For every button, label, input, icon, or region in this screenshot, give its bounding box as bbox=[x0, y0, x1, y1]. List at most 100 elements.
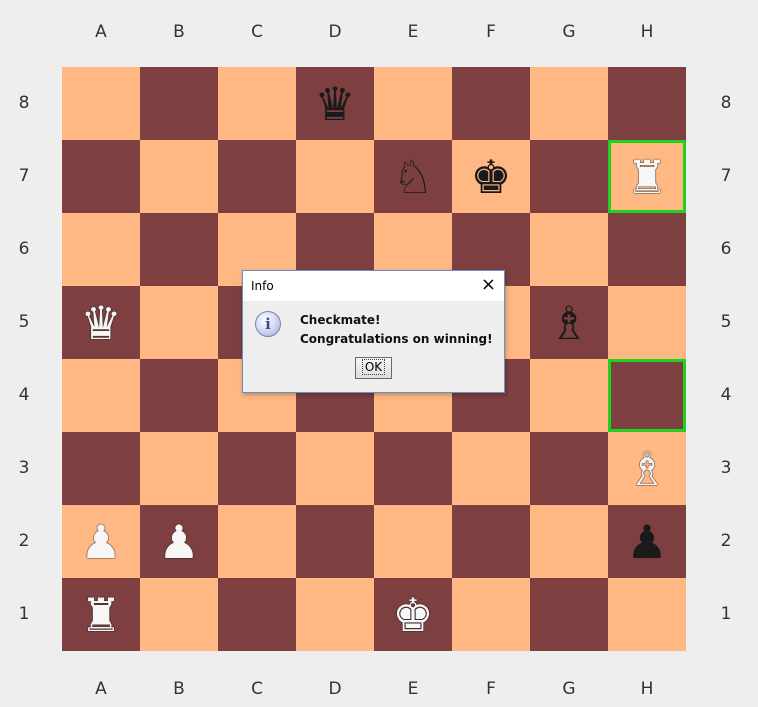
square-f1[interactable] bbox=[452, 578, 530, 651]
square-g4[interactable] bbox=[530, 359, 608, 432]
file-label-bottom: E bbox=[407, 679, 419, 699]
white-rook-icon[interactable]: ♜ bbox=[626, 154, 667, 200]
square-d3[interactable] bbox=[296, 432, 374, 505]
file-label-bottom: B bbox=[173, 679, 185, 699]
square-b6[interactable] bbox=[140, 213, 218, 286]
square-h1[interactable] bbox=[608, 578, 686, 651]
square-b3[interactable] bbox=[140, 432, 218, 505]
square-a5[interactable]: ♛ bbox=[62, 286, 140, 359]
square-a4[interactable] bbox=[62, 359, 140, 432]
square-d1[interactable] bbox=[296, 578, 374, 651]
black-knight-icon[interactable]: ♘ bbox=[392, 154, 433, 200]
square-f8[interactable] bbox=[452, 67, 530, 140]
rank-label-left: 2 bbox=[18, 531, 30, 551]
square-b4[interactable] bbox=[140, 359, 218, 432]
square-g2[interactable] bbox=[530, 505, 608, 578]
close-icon[interactable]: × bbox=[481, 275, 496, 295]
square-g7[interactable] bbox=[530, 140, 608, 213]
square-g5[interactable]: ♗ bbox=[530, 286, 608, 359]
square-h2[interactable]: ♟ bbox=[608, 505, 686, 578]
square-b8[interactable] bbox=[140, 67, 218, 140]
file-label-bottom: A bbox=[95, 679, 107, 699]
square-a7[interactable] bbox=[62, 140, 140, 213]
file-label-top: G bbox=[562, 22, 576, 42]
dialog-title: Info bbox=[251, 279, 274, 293]
square-h4[interactable] bbox=[608, 359, 686, 432]
rank-label-left: 3 bbox=[18, 458, 30, 478]
square-a2[interactable]: ♟ bbox=[62, 505, 140, 578]
dialog-message-line1: Checkmate! bbox=[300, 313, 381, 327]
square-c8[interactable] bbox=[218, 67, 296, 140]
square-c7[interactable] bbox=[218, 140, 296, 213]
rank-label-left: 1 bbox=[18, 604, 30, 624]
square-b5[interactable] bbox=[140, 286, 218, 359]
info-dialog: Info × i Checkmate! Congratulations on w… bbox=[242, 270, 505, 393]
file-label-top: C bbox=[251, 22, 263, 42]
square-e7[interactable]: ♘ bbox=[374, 140, 452, 213]
square-d2[interactable] bbox=[296, 505, 374, 578]
square-b2[interactable]: ♟ bbox=[140, 505, 218, 578]
square-c3[interactable] bbox=[218, 432, 296, 505]
rank-label-left: 7 bbox=[18, 166, 30, 186]
white-rook-icon[interactable]: ♜ bbox=[80, 592, 121, 638]
file-label-bottom: H bbox=[640, 679, 654, 699]
file-label-top: A bbox=[95, 22, 107, 42]
black-bishop-icon[interactable]: ♗ bbox=[548, 300, 589, 346]
square-f7[interactable]: ♚ bbox=[452, 140, 530, 213]
white-queen-icon[interactable]: ♛ bbox=[80, 300, 121, 346]
ok-button-label: OK bbox=[361, 359, 386, 375]
file-label-top: F bbox=[486, 22, 496, 42]
rank-label-left: 6 bbox=[18, 239, 30, 259]
file-label-bottom: C bbox=[251, 679, 263, 699]
black-queen-icon[interactable]: ♛ bbox=[314, 81, 355, 127]
dialog-titlebar[interactable]: Info × bbox=[243, 271, 504, 301]
white-king-icon[interactable]: ♚ bbox=[392, 592, 433, 638]
info-icon: i bbox=[255, 311, 281, 337]
square-a1[interactable]: ♜ bbox=[62, 578, 140, 651]
dialog-message-line2: Congratulations on winning! bbox=[300, 332, 493, 346]
black-pawn-icon[interactable]: ♟ bbox=[626, 519, 667, 565]
square-e8[interactable] bbox=[374, 67, 452, 140]
rank-label-right: 6 bbox=[720, 239, 732, 259]
ok-button[interactable]: OK bbox=[355, 357, 392, 379]
square-a6[interactable] bbox=[62, 213, 140, 286]
file-label-top: B bbox=[173, 22, 185, 42]
white-pawn-icon[interactable]: ♟ bbox=[80, 519, 121, 565]
file-label-bottom: D bbox=[328, 679, 342, 699]
rank-label-right: 4 bbox=[720, 385, 732, 405]
square-e1[interactable]: ♚ bbox=[374, 578, 452, 651]
rank-label-left: 8 bbox=[18, 93, 30, 113]
white-bishop-icon[interactable]: ♗ bbox=[626, 446, 667, 492]
square-d7[interactable] bbox=[296, 140, 374, 213]
square-d8[interactable]: ♛ bbox=[296, 67, 374, 140]
square-b7[interactable] bbox=[140, 140, 218, 213]
black-king-icon[interactable]: ♚ bbox=[470, 154, 511, 200]
square-g3[interactable] bbox=[530, 432, 608, 505]
rank-label-right: 8 bbox=[720, 93, 732, 113]
square-a8[interactable] bbox=[62, 67, 140, 140]
square-b1[interactable] bbox=[140, 578, 218, 651]
square-g6[interactable] bbox=[530, 213, 608, 286]
rank-label-right: 3 bbox=[720, 458, 732, 478]
square-g8[interactable] bbox=[530, 67, 608, 140]
file-label-bottom: G bbox=[562, 679, 576, 699]
square-c1[interactable] bbox=[218, 578, 296, 651]
square-c2[interactable] bbox=[218, 505, 296, 578]
rank-label-left: 4 bbox=[18, 385, 30, 405]
square-e2[interactable] bbox=[374, 505, 452, 578]
square-h5[interactable] bbox=[608, 286, 686, 359]
square-h8[interactable] bbox=[608, 67, 686, 140]
square-h3[interactable]: ♗ bbox=[608, 432, 686, 505]
rank-label-right: 7 bbox=[720, 166, 732, 186]
square-h6[interactable] bbox=[608, 213, 686, 286]
square-g1[interactable] bbox=[530, 578, 608, 651]
white-pawn-icon[interactable]: ♟ bbox=[158, 519, 199, 565]
file-label-top: E bbox=[407, 22, 419, 42]
rank-label-right: 2 bbox=[720, 531, 732, 551]
square-h7[interactable]: ♜ bbox=[608, 140, 686, 213]
square-f3[interactable] bbox=[452, 432, 530, 505]
square-a3[interactable] bbox=[62, 432, 140, 505]
file-label-top: D bbox=[328, 22, 342, 42]
square-f2[interactable] bbox=[452, 505, 530, 578]
square-e3[interactable] bbox=[374, 432, 452, 505]
